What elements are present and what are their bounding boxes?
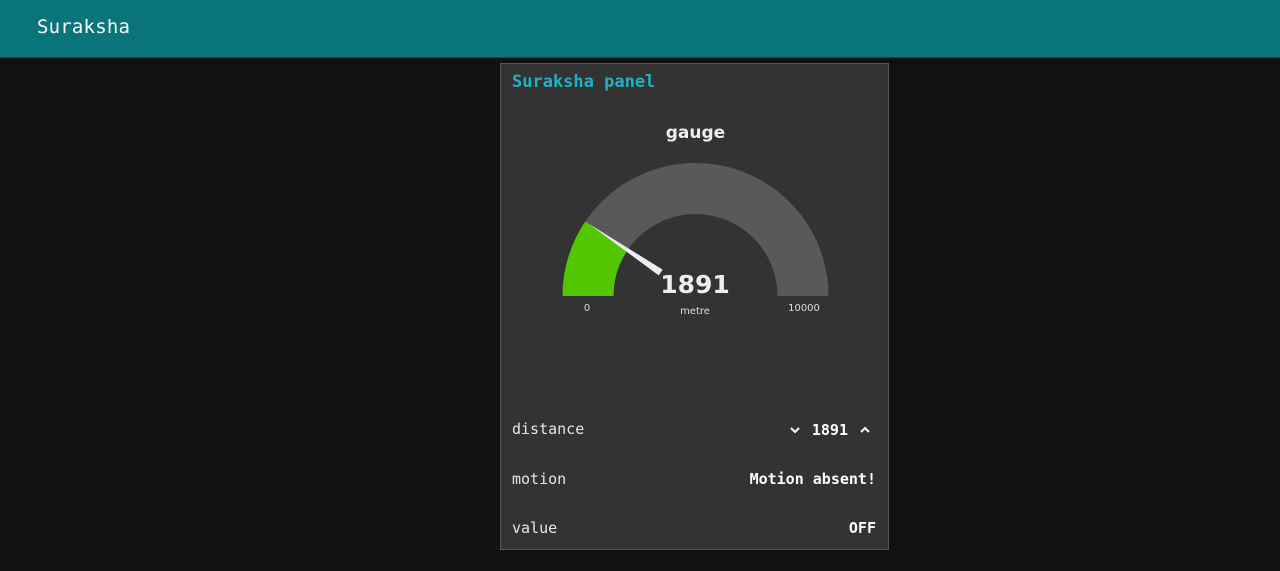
gauge-max-label: 10000	[788, 303, 820, 314]
chevron-up-icon[interactable]	[854, 418, 876, 442]
motion-status: Motion absent!	[749, 470, 876, 488]
top-toolbar: Suraksha	[0, 0, 1280, 58]
distance-stepper: 1891	[784, 418, 876, 442]
distance-label: distance	[512, 420, 585, 438]
gauge-value: 1891	[660, 270, 730, 299]
app-title: Suraksha	[37, 16, 131, 38]
motion-label: motion	[512, 470, 567, 488]
distance-value: 1891	[811, 421, 848, 439]
dashboard-panel: Suraksha panel gauge 1891 metre 0 10000 …	[500, 63, 889, 550]
gauge-min-label: 0	[584, 303, 590, 314]
chevron-down-icon[interactable]	[784, 418, 806, 442]
gauge: 1891 metre 0 10000	[562, 163, 829, 317]
distance-row: distance 1891	[512, 418, 876, 442]
value-label: value	[512, 519, 558, 537]
value-row: value OFF	[512, 517, 876, 541]
gauge-units: metre	[680, 306, 710, 317]
motion-row: motion Motion absent!	[512, 468, 876, 492]
switch-state: OFF	[848, 519, 876, 537]
